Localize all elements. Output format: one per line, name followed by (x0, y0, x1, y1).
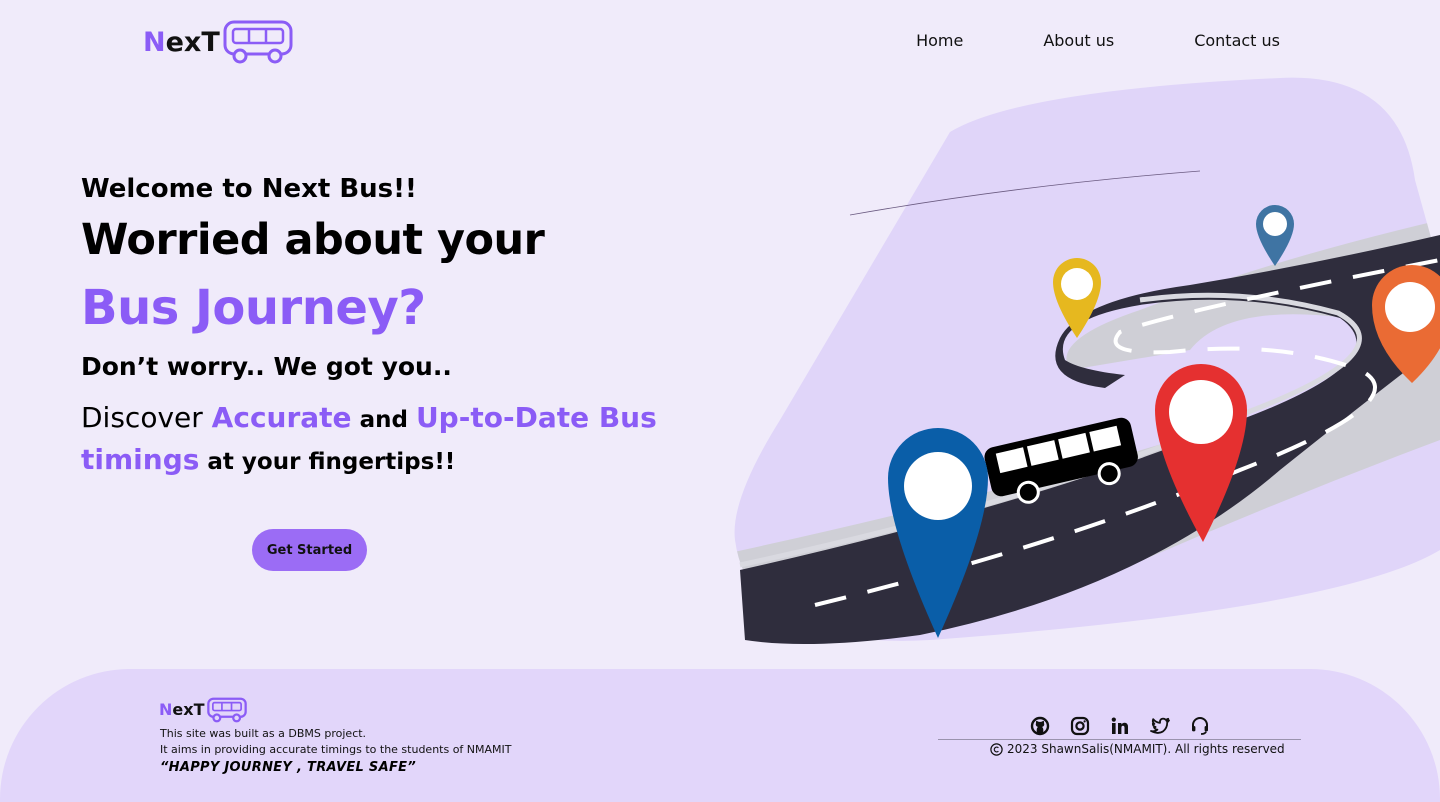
footer-logo-wordmark: NexT (159, 700, 205, 719)
copyright: 2023 ShawnSalis(NMAMIT). All rights rese… (990, 742, 1285, 756)
footer-bus-logo-icon (207, 697, 248, 723)
main-nav: Home About us Contact us (916, 31, 1280, 50)
instagram-icon[interactable] (1069, 716, 1091, 736)
hero-headline: Worried about your (81, 215, 545, 265)
copyright-icon (990, 742, 1003, 756)
hero-section: Welcome to Next Bus!! Worried about your… (81, 172, 701, 482)
twitter-icon[interactable] (1149, 716, 1171, 736)
github-icon[interactable] (1029, 716, 1051, 736)
footer-quote: “HAPPY JOURNEY , TRAVEL SAFE” (160, 760, 416, 775)
logo-wordmark: NexT (143, 26, 220, 58)
footer-divider (938, 739, 1301, 740)
footer-about-line1: This site was built as a DBMS project. (160, 727, 367, 740)
footer-about-line2: It aims in providing accurate timings to… (160, 743, 512, 756)
copyright-text: 2023 ShawnSalis(NMAMIT). All rights rese… (1007, 742, 1285, 756)
hero-headline-accent: Bus Journey? (81, 280, 426, 336)
road-illustration (734, 77, 1440, 644)
brand-logo[interactable]: NexT (143, 19, 294, 65)
linkedin-icon[interactable] (1109, 716, 1131, 736)
hero-description: Discover Accurate and Up-to-Date Bus tim… (81, 401, 657, 476)
social-links (1029, 716, 1211, 736)
nav-about-us[interactable]: About us (1043, 31, 1114, 50)
welcome-text: Welcome to Next Bus!! (81, 174, 417, 204)
hero-reassure: Don’t worry.. We got you.. (81, 352, 452, 381)
headset-icon[interactable] (1189, 716, 1211, 736)
bus-logo-icon (223, 20, 293, 64)
footer-logo[interactable]: NexT (159, 697, 248, 723)
get-started-button[interactable]: Get Started (252, 529, 367, 571)
nav-home[interactable]: Home (916, 31, 963, 50)
nav-contact-us[interactable]: Contact us (1194, 31, 1280, 50)
